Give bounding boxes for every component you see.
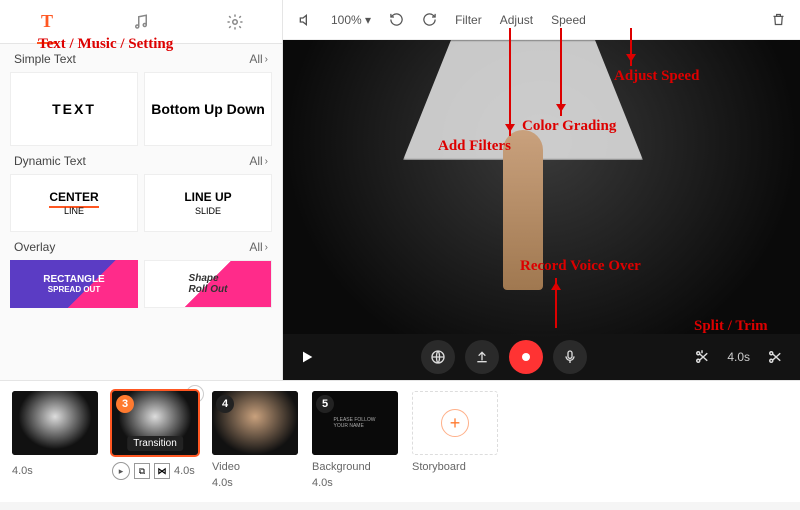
clip-thumb-2[interactable]: 3 Transition: [112, 391, 198, 455]
add-slide-button[interactable]: +: [412, 391, 498, 455]
plus-icon: +: [441, 409, 469, 437]
storyboard-label: Storyboard: [412, 461, 512, 473]
play-bar: 4.0s: [283, 334, 800, 380]
upload-button[interactable]: [465, 340, 499, 374]
gear-icon: [226, 13, 244, 31]
clip-4: 5 PLEASE FOLLOW YOUR NAME Background 4.0…: [312, 391, 398, 493]
text-card-dynamic-2[interactable]: LINE UPSLIDE: [144, 174, 272, 232]
speed-button[interactable]: Speed: [551, 13, 586, 27]
redo-button[interactable]: [422, 12, 437, 27]
clip-badge-4: 5: [316, 395, 334, 413]
record-button[interactable]: [509, 340, 543, 374]
mic-button[interactable]: [553, 340, 587, 374]
preview-area: 100% ▾ Filter Adjust Speed: [283, 0, 800, 380]
volume-button[interactable]: [297, 12, 313, 28]
filter-button[interactable]: Filter: [455, 13, 482, 27]
clip-dur-3: 4.0s: [212, 477, 233, 489]
play-button[interactable]: [299, 349, 315, 365]
clip-transition-icon[interactable]: ⋈: [154, 463, 170, 479]
sidebar-tabs: T: [0, 0, 282, 44]
tab-settings[interactable]: [217, 4, 253, 40]
chevron-right-icon: ›: [265, 54, 268, 65]
clip-label-3: Video: [212, 461, 298, 473]
clip-label-4: Background: [312, 461, 398, 473]
overlay-card-2[interactable]: ShapeRoll Out: [144, 260, 272, 308]
tab-music[interactable]: [123, 4, 159, 40]
clip-dur-4: 4.0s: [312, 477, 333, 489]
chevron-right-icon: ›: [265, 156, 268, 167]
all-link-dynamic[interactable]: All›: [249, 154, 268, 168]
music-icon: [132, 13, 150, 31]
clip-2: ✕ 3 Transition ▸ ⧉ ⋈ 4.0s: [112, 391, 198, 481]
clip-3: 4 Video 4.0s: [212, 391, 298, 493]
overlay-card-1[interactable]: RECTANGLESPREAD OUT: [10, 260, 138, 308]
section-title-simple: Simple Text: [14, 52, 76, 66]
clip-thumb-4[interactable]: 5 PLEASE FOLLOW YOUR NAME: [312, 391, 398, 455]
trim-button[interactable]: [766, 348, 784, 366]
transition-tooltip: Transition: [127, 436, 183, 451]
text-card-simple-1[interactable]: TEXT: [10, 72, 138, 146]
text-card-simple-2[interactable]: Bottom Up Down: [144, 72, 272, 146]
clip-badge-2: 3: [116, 395, 134, 413]
all-link-simple[interactable]: All›: [249, 52, 268, 66]
all-link-overlay[interactable]: All›: [249, 240, 268, 254]
section-title-overlay: Overlay: [14, 240, 55, 254]
undo-button[interactable]: [389, 12, 404, 27]
delete-button[interactable]: [771, 12, 786, 27]
clip-duration: 4.0s: [727, 350, 750, 364]
section-title-dynamic: Dynamic Text: [14, 154, 86, 168]
text-icon: T: [41, 11, 53, 32]
adjust-button[interactable]: Adjust: [500, 13, 533, 27]
video-preview[interactable]: 4.0s: [283, 40, 800, 380]
clip-dur-2: 4.0s: [174, 465, 195, 477]
clip-play-icon[interactable]: ▸: [112, 462, 130, 480]
clip-thumb-3[interactable]: 4: [212, 391, 298, 455]
clip-dur-1: 4.0s: [12, 465, 33, 477]
preview-frame: [283, 40, 800, 380]
split-button[interactable]: [693, 348, 711, 366]
clip-1: 4.0s: [12, 391, 98, 481]
zoom-dropdown[interactable]: 100% ▾: [331, 13, 371, 27]
tab-text[interactable]: T: [29, 4, 65, 40]
globe-button[interactable]: [421, 340, 455, 374]
clip-badge-3: 4: [216, 395, 234, 413]
timeline: 4.0s ✕ 3 Transition ▸ ⧉ ⋈ 4.0s 4 Video 4…: [0, 380, 800, 502]
clip-thumb-1[interactable]: [12, 391, 98, 455]
chevron-right-icon: ›: [265, 242, 268, 253]
text-card-dynamic-1[interactable]: CENTERLINE: [10, 174, 138, 232]
sidebar: T Simple Text All› TEXT Bottom Up Down: [0, 0, 283, 380]
preview-toolbar: 100% ▾ Filter Adjust Speed: [283, 0, 800, 40]
add-storyboard: + Storyboard: [412, 391, 512, 473]
clip-copy-icon[interactable]: ⧉: [134, 463, 150, 479]
